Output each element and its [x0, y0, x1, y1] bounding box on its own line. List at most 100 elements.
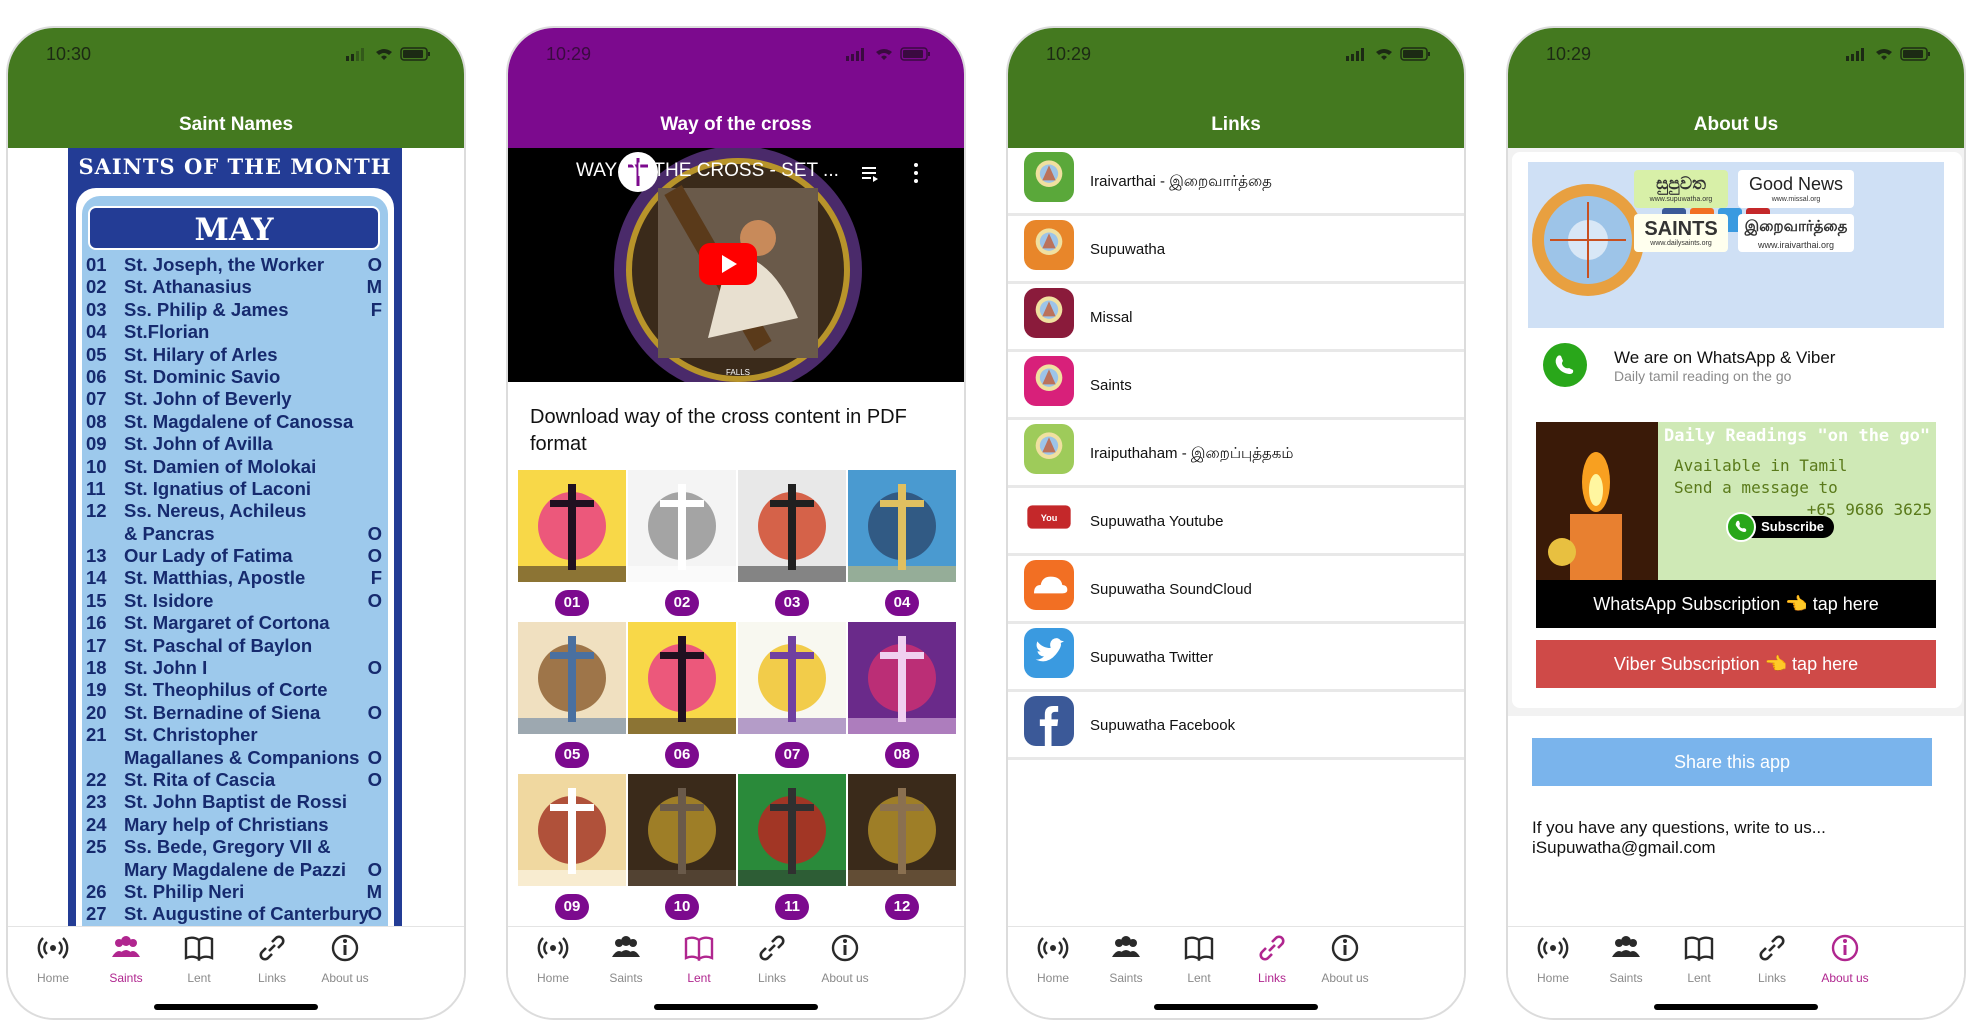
- feast-rank: O: [367, 254, 382, 275]
- people-icon: [1612, 936, 1640, 957]
- station-card[interactable]: 04: [848, 470, 956, 620]
- station-card[interactable]: 10: [628, 774, 736, 924]
- saint-row: 03 Ss. Philip & James F: [86, 299, 382, 321]
- saint-day: 11: [86, 477, 106, 499]
- link-row[interactable]: You Supuwatha Youtube: [1008, 488, 1464, 556]
- saint-day: 21: [86, 724, 107, 746]
- link-icon: [259, 935, 285, 961]
- saint-row: 22 St. Rita of Cascia O: [86, 769, 382, 791]
- facebook-icon: [1024, 696, 1074, 746]
- feast-rank: M: [366, 880, 382, 902]
- info-icon: [331, 934, 359, 962]
- station-card[interactable]: 06: [628, 622, 736, 772]
- missal-app-icon: [1024, 288, 1074, 338]
- saint-day: 20: [86, 701, 107, 723]
- station-card[interactable]: 12: [848, 774, 956, 924]
- calendar-poster: SAINTS OF THE MONTH MAY 01 St. Joseph, th…: [68, 148, 402, 956]
- saint-row: 21 St. Christopher: [86, 724, 382, 746]
- link-row[interactable]: Iraiputhaham - இறைப்புத்தகம்: [1008, 420, 1464, 488]
- home-indicator[interactable]: [1154, 1004, 1318, 1010]
- saint-day: 10: [86, 455, 107, 477]
- station-card[interactable]: 09: [518, 774, 626, 924]
- station-card[interactable]: 05: [518, 622, 626, 772]
- good-news-logo-text: Good News: [1748, 174, 1844, 194]
- saint-name: St. Margaret of Cortona: [124, 612, 330, 634]
- station-card[interactable]: 08: [848, 622, 956, 772]
- link-label: Saints: [1090, 377, 1132, 394]
- tab-about-us[interactable]: About us: [1300, 931, 1390, 985]
- saint-name: St. Damien of Molokai: [124, 455, 317, 477]
- saint-name: St. Rita of Cascia: [124, 768, 276, 790]
- tab-label: Lent: [187, 971, 211, 985]
- video-player[interactable]: FALLS WAY OF THE CROSS - SET ...: [508, 148, 964, 382]
- tab-about-us[interactable]: About us: [300, 931, 390, 985]
- station-card[interactable]: 02: [628, 470, 736, 620]
- nav-header: 10:30 Saint Names: [8, 28, 464, 148]
- link-row[interactable]: Supuwatha Facebook: [1008, 692, 1464, 760]
- saint-day: 06: [86, 365, 107, 387]
- station-card[interactable]: 07: [738, 622, 846, 772]
- link-label: Iraiputhaham - இறைப்புத்தகம்: [1090, 445, 1294, 462]
- station-number: 04: [885, 590, 919, 616]
- status-time: 10:29: [546, 44, 592, 64]
- station-thumbnail: [628, 622, 736, 734]
- saint-row: 16 St. Margaret of Cortona: [86, 612, 382, 634]
- status-time: 10:30: [46, 44, 92, 64]
- daily-readings-ad[interactable]: Daily Readings "on the go" Available in …: [1536, 422, 1936, 580]
- play-button-icon[interactable]: [699, 243, 757, 285]
- svg-text:You: You: [1041, 513, 1058, 523]
- whatsapp-subtitle: Daily tamil reading on the go: [1614, 368, 1792, 384]
- tab-label: Links: [757, 971, 786, 985]
- viber-subscription-button[interactable]: Viber Subscription 👈 tap here: [1536, 640, 1936, 688]
- station-card[interactable]: 03: [738, 470, 846, 620]
- feast-rank: O: [367, 903, 382, 925]
- people-icon: [112, 936, 140, 957]
- contact-email[interactable]: iSupuwatha@gmail.com: [1532, 838, 1716, 858]
- link-row[interactable]: Saints: [1008, 352, 1464, 420]
- tab-bar: Home Saints Lent Links About us: [1508, 926, 1964, 1018]
- station-thumbnail: [518, 774, 626, 886]
- playlist-icon[interactable]: [860, 164, 880, 184]
- tab-bar: Home Saints Lent Links About us: [1008, 926, 1464, 1018]
- tab-label: About us: [821, 971, 869, 985]
- tab-about-us[interactable]: About us: [800, 931, 890, 985]
- link-row[interactable]: Supuwatha SoundCloud: [1008, 556, 1464, 624]
- more-options-icon[interactable]: [912, 162, 920, 184]
- whatsapp-subscription-button[interactable]: WhatsApp Subscription 👈 tap here: [1536, 580, 1936, 628]
- saint-row: 01 St. Joseph, the Worker O: [86, 254, 382, 276]
- feast-rank: F: [370, 567, 382, 589]
- tab-label: Home: [1036, 971, 1069, 985]
- tab-about-us[interactable]: About us: [1800, 931, 1890, 985]
- saint-name: St. John of Beverly: [124, 388, 292, 410]
- home-indicator[interactable]: [1654, 1004, 1818, 1010]
- link-row[interactable]: Missal: [1008, 284, 1464, 352]
- nav-header: 10:29 Links: [1008, 28, 1464, 148]
- feast-rank: O: [367, 589, 382, 611]
- link-row[interactable]: Supuwatha: [1008, 216, 1464, 284]
- station-card[interactable]: 01: [518, 470, 626, 620]
- book-icon: [1184, 936, 1214, 962]
- info-icon: [831, 934, 859, 962]
- download-pdf-text[interactable]: Download way of the cross content in PDF…: [530, 404, 950, 458]
- video-title: WAY OF THE CROSS - SET ...: [576, 160, 839, 181]
- saint-row: 20 St. Bernadine of Siena O: [86, 702, 382, 724]
- link-row[interactable]: Supuwatha Twitter: [1008, 624, 1464, 692]
- saints-list: 01 St. Joseph, the Worker O 02 St. Athanasiu…: [86, 254, 382, 926]
- people-icon: [1112, 936, 1140, 957]
- link-icon: [759, 935, 785, 961]
- youtube-icon: You: [1024, 492, 1074, 542]
- feast-rank: O: [367, 768, 382, 790]
- link-row[interactable]: Iraivarthai - இறைவார்த்தை: [1008, 148, 1464, 216]
- tab-label: Lent: [1687, 971, 1711, 985]
- saint-name: St. Paschal of Baylon: [124, 634, 313, 656]
- saint-name: Ss. Nereus, Achileus: [124, 500, 307, 522]
- station-card[interactable]: 11: [738, 774, 846, 924]
- share-app-button[interactable]: Share this app: [1532, 738, 1932, 786]
- saint-name: St. Christopher: [124, 724, 258, 746]
- saint-row: 26 St. Philip Neri M: [86, 881, 382, 903]
- tab-label: About us: [1321, 971, 1369, 985]
- saint-row: 19 St. Theophilus of Corte: [86, 679, 382, 701]
- home-indicator[interactable]: [654, 1004, 818, 1010]
- station-number: 03: [775, 590, 809, 616]
- home-indicator[interactable]: [154, 1004, 318, 1010]
